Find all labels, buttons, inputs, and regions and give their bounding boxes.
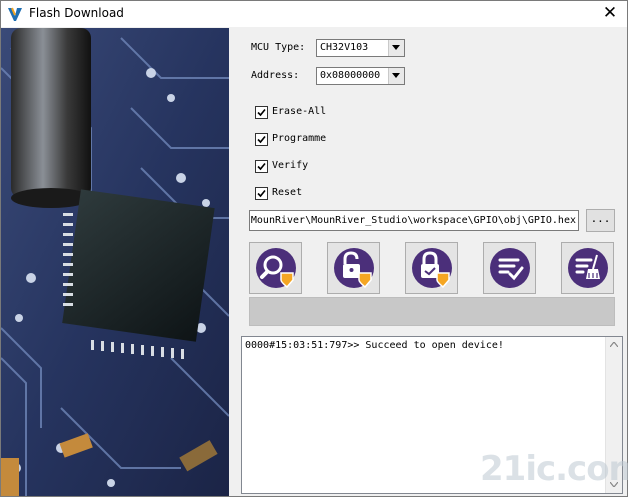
log-line: 0000#15:03:51:797>> Succeed to open devi… <box>245 340 504 351</box>
circuit-board-image <box>1 28 229 496</box>
mcu-type-label: MCU Type: <box>251 42 306 53</box>
mcu-type-value: CH32V103 <box>320 42 369 53</box>
checklist-icon <box>490 248 530 288</box>
reset-label: Reset <box>272 187 303 198</box>
erase-all-label: Erase-All <box>272 106 327 117</box>
app-logo-icon <box>8 7 22 21</box>
watermark-logo: 21ic.com <box>480 449 628 489</box>
chevron-up-icon <box>610 342 618 347</box>
verify-button[interactable] <box>483 242 536 294</box>
erase-button[interactable] <box>561 242 614 294</box>
unprotect-button[interactable] <box>327 242 380 294</box>
checkmark-icon <box>257 108 266 117</box>
search-shield-icon <box>256 248 296 289</box>
scroll-up-button[interactable] <box>606 337 622 353</box>
lock-shield-icon <box>412 248 452 289</box>
title-bar: Flash Download ✕ <box>1 1 627 27</box>
address-value: 0x08000000 <box>320 70 381 81</box>
flash-download-window: Flash Download ✕ MCU Type: CH32V103 Addr… <box>0 0 628 497</box>
verify-label: Verify <box>272 160 309 171</box>
dropdown-arrow-icon[interactable] <box>388 68 404 84</box>
programme-label: Programme <box>272 133 327 144</box>
window-title: Flash Download <box>29 6 124 20</box>
erase-clean-icon <box>568 248 608 288</box>
dropdown-arrow-icon[interactable] <box>388 40 404 56</box>
unlock-shield-icon <box>334 248 374 289</box>
checkmark-icon <box>257 189 266 198</box>
verify-checkbox[interactable] <box>255 160 268 173</box>
mcu-type-select[interactable]: CH32V103 <box>316 39 405 57</box>
erase-all-checkbox[interactable] <box>255 106 268 119</box>
hex-file-path-input[interactable]: MounRiver\MounRiver_Studio\workspace\GPI… <box>249 210 579 231</box>
log-output-area[interactable]: 0000#15:03:51:797>> Succeed to open devi… <box>241 336 628 494</box>
close-button[interactable]: ✕ <box>601 4 619 22</box>
address-label: Address: <box>251 70 300 81</box>
checkmark-icon <box>257 135 266 144</box>
progress-bar <box>249 297 615 326</box>
browse-button[interactable]: ... <box>586 209 615 232</box>
checkmark-icon <box>257 162 266 171</box>
protect-button[interactable] <box>405 242 458 294</box>
reset-checkbox[interactable] <box>255 187 268 200</box>
address-select[interactable]: 0x08000000 <box>316 67 405 85</box>
read-search-button[interactable] <box>249 242 302 294</box>
programme-checkbox[interactable] <box>255 133 268 146</box>
hex-file-path-value: MounRiver\MounRiver_Studio\workspace\GPI… <box>250 215 576 226</box>
